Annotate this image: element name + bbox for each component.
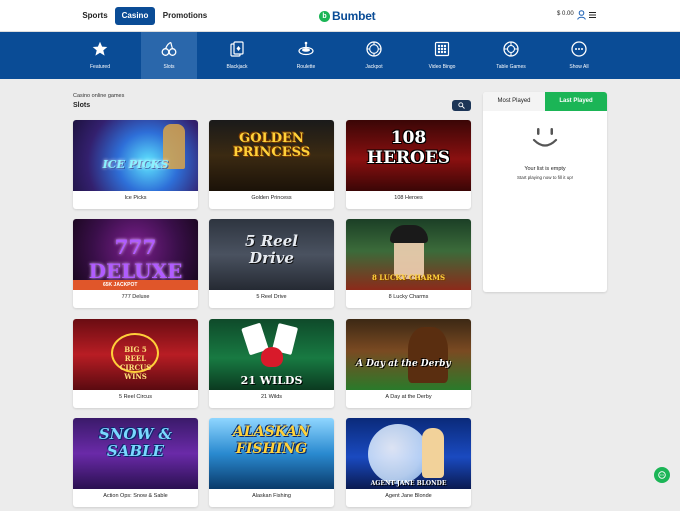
empty-list-title: Your list is empty bbox=[524, 166, 566, 172]
game-art-title: 21 WILDS bbox=[240, 374, 303, 387]
jackpot-icon bbox=[366, 41, 382, 57]
game-card-777-deluxe[interactable]: 777 DELUXE 65K JACKPOT 777 Deluxe bbox=[73, 219, 198, 308]
game-card-21-wilds[interactable]: 21 WILDS 21 Wilds bbox=[209, 319, 334, 408]
game-card-5-reel-circus[interactable]: BIG 5 REEL CIRCUS WINS 5 Reel Circus bbox=[73, 319, 198, 408]
bingo-icon bbox=[434, 41, 450, 57]
category-table-games[interactable]: Table Games bbox=[483, 32, 539, 79]
game-thumbnail: 777 DELUXE 65K JACKPOT bbox=[73, 219, 198, 290]
game-art-title: ICE PICKS bbox=[102, 158, 169, 171]
game-thumbnail: BIG 5 REEL CIRCUS WINS bbox=[73, 319, 198, 390]
chat-icon bbox=[658, 471, 666, 479]
game-card-alaskan-fishing[interactable]: ALASKAN FISHING Alaskan Fishing bbox=[209, 418, 334, 507]
game-art-title: GOLDEN PRINCESS bbox=[232, 131, 311, 160]
game-art-title: BIG 5 REEL CIRCUS WINS bbox=[119, 345, 152, 381]
game-thumbnail: SNOW & SABLE bbox=[73, 418, 198, 489]
game-name: Golden Princess bbox=[251, 195, 292, 201]
game-thumbnail: ICE PICKS bbox=[73, 120, 198, 191]
category-bar: Featured Slots Blackjack Roulette Jackpo… bbox=[0, 32, 680, 79]
tab-casino[interactable]: Casino bbox=[115, 7, 155, 25]
recent-games-panel: Most Played Last Played Your list is emp… bbox=[483, 92, 607, 292]
game-card-8-lucky-charms[interactable]: 8 LUCKY CHARMS 8 Lucky Charms bbox=[346, 219, 471, 308]
game-card-108-heroes[interactable]: 108 HEROES 108 Heroes bbox=[346, 120, 471, 209]
category-label: Video Bingo bbox=[428, 64, 456, 70]
star-icon bbox=[92, 41, 108, 56]
bumbet-logo[interactable]: b Bumbet bbox=[319, 8, 376, 24]
game-card-snow-and-sable[interactable]: SNOW & SABLE Action Ops: Snow & Sable bbox=[73, 418, 198, 507]
game-art-title: ALASKAN FISHING bbox=[233, 424, 310, 457]
game-card-5-reel-drive[interactable]: 5 Reel Drive 5 Reel Drive bbox=[209, 219, 334, 308]
account-balance[interactable]: $ 0.00 bbox=[557, 11, 574, 17]
category-label: Blackjack bbox=[226, 64, 248, 70]
search-button[interactable] bbox=[452, 100, 471, 111]
game-art-title: 777 DELUXE bbox=[88, 235, 183, 283]
category-slots[interactable]: Slots bbox=[141, 32, 197, 79]
jackpot-badge: 65K JACKPOT bbox=[73, 280, 198, 290]
logo-mark-icon: b bbox=[319, 10, 330, 22]
game-art-title: 108 HEROES bbox=[366, 128, 451, 168]
category-label: Slots bbox=[163, 64, 175, 70]
game-name: 21 Wilds bbox=[260, 394, 283, 400]
game-thumbnail: ALASKAN FISHING bbox=[209, 418, 334, 489]
game-thumbnail: 8 LUCKY CHARMS bbox=[346, 219, 471, 290]
game-name: 777 Deluxe bbox=[121, 294, 150, 300]
game-name: 5 Reel Circus bbox=[118, 394, 152, 400]
tab-promotions[interactable]: Promotions bbox=[160, 7, 210, 25]
cards-icon bbox=[230, 41, 244, 57]
game-thumbnail: AGENT JANE BLONDE bbox=[346, 418, 471, 489]
category-featured[interactable]: Featured bbox=[72, 32, 128, 79]
tab-sports[interactable]: Sports bbox=[78, 7, 112, 25]
logo-text: Bumbet bbox=[332, 9, 376, 23]
tab-last-played[interactable]: Last Played bbox=[545, 92, 607, 111]
game-thumbnail: A Day at the Derby bbox=[346, 319, 471, 390]
game-name: Agent Jane Blonde bbox=[385, 493, 432, 499]
menu-icon[interactable] bbox=[589, 12, 596, 18]
category-jackpot[interactable]: Jackpot bbox=[346, 32, 402, 79]
tab-most-played[interactable]: Most Played bbox=[483, 92, 545, 111]
game-thumbnail: 108 HEROES bbox=[346, 120, 471, 191]
category-roulette[interactable]: Roulette bbox=[278, 32, 334, 79]
game-thumbnail: 5 Reel Drive bbox=[209, 219, 334, 290]
category-label: Table Games bbox=[496, 64, 526, 70]
game-art-title: SNOW & SABLE bbox=[98, 425, 173, 460]
game-card-agent-jane-blonde[interactable]: AGENT JANE BLONDE Agent Jane Blonde bbox=[346, 418, 471, 507]
category-label: Featured bbox=[89, 64, 110, 70]
top-header: Sports Casino Promotions b Bumbet $ 0.00 bbox=[0, 0, 680, 32]
game-card-ice-picks[interactable]: ICE PICKS Ice Picks bbox=[73, 120, 198, 209]
game-art-title: AGENT JANE BLONDE bbox=[370, 480, 447, 487]
category-show-all[interactable]: Show All bbox=[551, 32, 607, 79]
category-label: Jackpot bbox=[365, 64, 383, 70]
game-card-a-day-at-the-derby[interactable]: A Day at the Derby A Day at the Derby bbox=[346, 319, 471, 408]
smiley-icon bbox=[532, 128, 558, 147]
page-title: Slots bbox=[73, 102, 91, 109]
game-art-title: 5 Reel Drive bbox=[245, 232, 298, 267]
category-label: Show All bbox=[569, 64, 589, 70]
category-label: Roulette bbox=[296, 64, 316, 70]
game-art-title: A Day at the Derby bbox=[356, 359, 451, 369]
live-chat-button[interactable] bbox=[654, 467, 670, 483]
user-icon[interactable] bbox=[577, 10, 586, 20]
cherries-icon bbox=[161, 41, 177, 56]
game-name: Alaskan Fishing bbox=[252, 493, 291, 499]
game-name: 8 Lucky Charms bbox=[388, 294, 429, 300]
category-video-bingo[interactable]: Video Bingo bbox=[414, 32, 470, 79]
show-all-icon bbox=[571, 41, 587, 57]
game-thumbnail: GOLDEN PRINCESS bbox=[209, 120, 334, 191]
breadcrumb: Casino online games bbox=[73, 93, 125, 99]
game-name: A Day at the Derby bbox=[385, 394, 432, 400]
search-icon bbox=[458, 102, 465, 109]
game-card-golden-princess[interactable]: GOLDEN PRINCESS Golden Princess bbox=[209, 120, 334, 209]
roulette-icon bbox=[298, 41, 314, 56]
category-blackjack[interactable]: Blackjack bbox=[209, 32, 265, 79]
game-name: 5 Reel Drive bbox=[256, 294, 287, 300]
game-thumbnail: 21 WILDS bbox=[209, 319, 334, 390]
game-name: Action Ops: Snow & Sable bbox=[103, 493, 168, 499]
game-art-title: 8 LUCKY CHARMS bbox=[371, 273, 446, 282]
game-name: Ice Picks bbox=[124, 195, 147, 201]
game-name: 108 Heroes bbox=[394, 195, 423, 201]
table-games-icon bbox=[503, 41, 519, 57]
empty-list-subtitle: Start playing now to fill it up! bbox=[516, 175, 574, 180]
